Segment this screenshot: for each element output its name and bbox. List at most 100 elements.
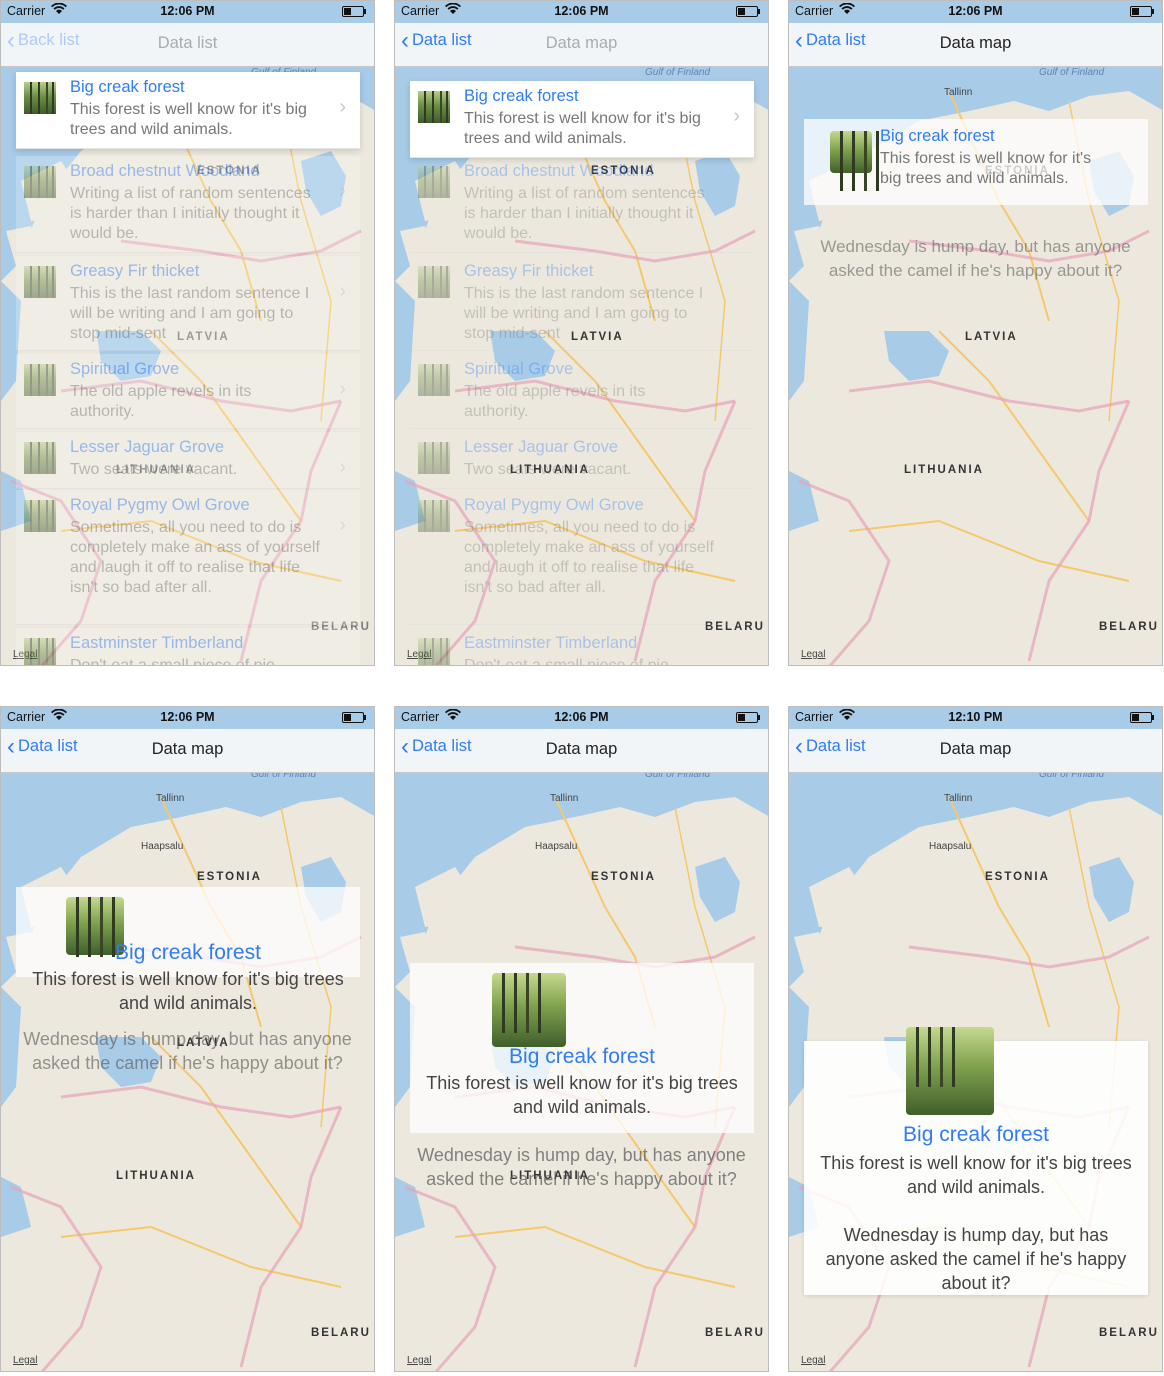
detail-title: Big creak forest bbox=[903, 1123, 1049, 1146]
battery-icon bbox=[1130, 6, 1154, 17]
screen-6: Carrier 12:10 PM ‹ Data list Data map Gul… bbox=[788, 706, 1163, 1372]
detail-text: Wednesday is hump day, but has anyone as… bbox=[23, 1029, 352, 1073]
country-label: ESTONIA bbox=[197, 871, 262, 883]
list-item[interactable]: Broad chestnut Woodland Writing a list o… bbox=[410, 156, 754, 253]
status-bar: Carrier 12:06 PM bbox=[1, 707, 374, 729]
list-item[interactable]: Royal Pygmy Owl Grove Sometimes, all you… bbox=[16, 490, 360, 625]
transition-card[interactable]: Big creak forest This forest is well kno… bbox=[804, 119, 1148, 205]
detail-title: Big creak forest bbox=[880, 127, 995, 145]
nav-title: Data map bbox=[939, 34, 1012, 52]
sea-label: Gulf of Finland bbox=[1039, 67, 1105, 78]
city-label: Tallinn bbox=[550, 793, 579, 804]
city-label: Tallinn bbox=[944, 87, 973, 98]
status-bar: Carrier 12:06 PM bbox=[395, 1, 768, 23]
battery-icon bbox=[736, 712, 760, 723]
chevron-right-icon: › bbox=[339, 280, 346, 302]
list-item[interactable]: Lesser Jaguar Grove Two seats were vacan… bbox=[410, 432, 754, 489]
forest-thumbnail bbox=[418, 91, 450, 123]
forest-thumbnail bbox=[24, 500, 56, 532]
list-item-title: Eastminster Timberland bbox=[464, 634, 638, 652]
chevron-right-icon: › bbox=[339, 378, 346, 400]
status-time: 12:10 PM bbox=[948, 710, 1003, 724]
list-item-title: Royal Pygmy Owl Grove bbox=[70, 496, 250, 514]
list-item-title: Greasy Fir thicket bbox=[464, 262, 594, 280]
list-item[interactable]: Eastminster Timberland Don't eat a small… bbox=[410, 628, 754, 665]
list-item-subtitle: Sometimes, all you need to do is complet… bbox=[70, 519, 320, 596]
status-time: 12:06 PM bbox=[554, 710, 609, 724]
detail-description: This forest is well know for it's big tr… bbox=[820, 1153, 1132, 1197]
navigation-bar: ‹ Data list Data map bbox=[395, 23, 768, 67]
country-label: BELARU bbox=[705, 1327, 765, 1339]
list-item[interactable]: Greasy Fir thicket This is the last rand… bbox=[16, 256, 360, 351]
legal-link[interactable]: Legal bbox=[801, 1355, 825, 1366]
country-label: ESTONIA bbox=[985, 871, 1050, 883]
chevron-right-icon: › bbox=[339, 180, 346, 202]
screen-4: Carrier 12:06 PM ‹ Data list Data map Gul… bbox=[0, 706, 375, 1372]
list-item[interactable]: Big creak forest This forest is well kno… bbox=[16, 72, 360, 149]
list-item-subtitle: This is the last random sentence I will … bbox=[70, 285, 310, 342]
country-label: LATVIA bbox=[965, 331, 1018, 343]
forest-thumbnail bbox=[24, 266, 56, 298]
list-item-title: Lesser Jaguar Grove bbox=[464, 438, 619, 456]
status-bar: Carrier 12:06 PM bbox=[789, 1, 1162, 23]
list-item-title: Big creak forest bbox=[70, 78, 185, 96]
list-item[interactable]: Spiritual Grove The old apple revels in … bbox=[410, 354, 754, 429]
list-item-subtitle: Writing a list of random sentences is ha… bbox=[70, 185, 311, 242]
list-item[interactable]: Greasy Fir thicket This is the last rand… bbox=[410, 256, 754, 351]
status-time: 12:06 PM bbox=[554, 4, 609, 18]
forest-thumbnail bbox=[418, 638, 450, 665]
detail-title: Big creak forest bbox=[115, 941, 261, 964]
list-item-subtitle: The old apple revels in its authority. bbox=[70, 383, 252, 420]
transition-card[interactable]: Big creak forest This forest is well kno… bbox=[16, 887, 360, 1013]
list-item-title: Spiritual Grove bbox=[464, 360, 574, 378]
forest-image bbox=[906, 1027, 994, 1115]
forest-thumbnail bbox=[418, 364, 450, 396]
list-item-title: Lesser Jaguar Grove bbox=[70, 438, 225, 456]
legal-link[interactable]: Legal bbox=[13, 1355, 37, 1366]
detail-text: Wednesday is hump day, but has anyone as… bbox=[820, 237, 1131, 280]
detail-text: Wednesday is hump day, but has anyone as… bbox=[825, 1225, 1127, 1293]
nav-title: Data map bbox=[939, 740, 1012, 758]
list-item-title: Royal Pygmy Owl Grove bbox=[464, 496, 644, 514]
forest-thumbnail bbox=[24, 442, 56, 474]
chevron-right-icon: › bbox=[339, 96, 346, 118]
forest-image bbox=[492, 973, 566, 1047]
city-label: Tallinn bbox=[944, 793, 973, 804]
status-bar: Carrier 12:06 PM bbox=[1, 1, 374, 23]
list-item[interactable]: Eastminster Timberland Don't eat a small… bbox=[16, 628, 360, 665]
legal-link[interactable]: Legal bbox=[801, 649, 825, 660]
city-label: Tallinn bbox=[156, 793, 185, 804]
list-item-title: Eastminster Timberland bbox=[70, 634, 244, 652]
forest-thumbnail bbox=[24, 638, 56, 665]
status-bar: Carrier 12:10 PM bbox=[789, 707, 1162, 729]
country-label: LITHUANIA bbox=[904, 464, 984, 476]
list-item-subtitle: Writing a list of random sentences is ha… bbox=[464, 185, 705, 242]
chevron-right-icon: › bbox=[339, 456, 346, 478]
list-item[interactable]: Broad chestnut Woodland Writing a list o… bbox=[16, 156, 360, 253]
forest-thumbnail bbox=[24, 166, 56, 198]
list-item-title: Broad chestnut Woodland bbox=[464, 162, 654, 180]
screen-2: Carrier 12:06 PM ‹ Data list Data map Gul… bbox=[394, 0, 769, 666]
list-item-subtitle: The old apple revels in its authority. bbox=[464, 383, 646, 420]
navigation-bar: ‹ Data list Data map bbox=[395, 729, 768, 773]
status-time: 12:06 PM bbox=[160, 710, 215, 724]
navigation-bar: ‹ Back list Data list bbox=[1, 23, 374, 67]
forest-thumbnail bbox=[24, 364, 56, 396]
list-item-subtitle: This forest is well know for it's big tr… bbox=[70, 101, 307, 138]
city-label: Haapsalu bbox=[141, 841, 184, 852]
list-item[interactable]: Spiritual Grove The old apple revels in … bbox=[16, 354, 360, 429]
list-item[interactable]: Lesser Jaguar Grove Two seats were vacan… bbox=[16, 432, 360, 489]
list-item-subtitle: This forest is well know for it's big tr… bbox=[464, 110, 701, 147]
data-list: Big creak forest This forest is well kno… bbox=[1, 66, 374, 665]
legal-link[interactable]: Legal bbox=[407, 1355, 431, 1366]
list-item[interactable]: Big creak forest This forest is well kno… bbox=[410, 81, 754, 158]
transition-card[interactable]: Big creak forest This forest is well kno… bbox=[410, 963, 754, 1133]
list-item[interactable]: Royal Pygmy Owl Grove Sometimes, all you… bbox=[410, 490, 754, 625]
detail-description: This forest is well know for it's big tr… bbox=[880, 150, 1092, 187]
navigation-bar: ‹ Data list Data map bbox=[789, 729, 1162, 773]
detail-description: This forest is well know for it's big tr… bbox=[426, 1073, 738, 1117]
forest-thumbnail bbox=[418, 500, 450, 532]
city-label: Haapsalu bbox=[535, 841, 578, 852]
navigation-bar: ‹ Data list Data map bbox=[789, 23, 1162, 67]
forest-thumbnail bbox=[418, 266, 450, 298]
